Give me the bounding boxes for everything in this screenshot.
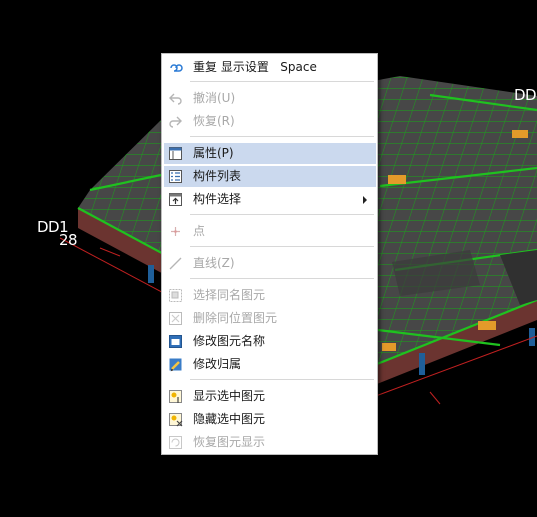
restore-display-icon	[169, 436, 182, 449]
menu-item-properties[interactable]: 属性(P)	[164, 143, 376, 164]
context-menu: 重复 显示设置 Space 撤消(U) 恢复(R) 属性(P) 构件列表 构件选…	[161, 53, 378, 455]
menu-separator	[190, 136, 374, 137]
redo-icon	[169, 116, 182, 128]
repeat-icon	[170, 64, 183, 72]
menu-item-label: 删除同位置图元	[193, 311, 278, 325]
menu-item-line[interactable]: 直线(Z)	[164, 253, 376, 274]
rename-element-icon	[169, 335, 182, 348]
hide-selected-icon	[169, 413, 183, 427]
menu-item-redo[interactable]: 恢复(R)	[164, 111, 376, 132]
menu-item-change-ownership[interactable]: 修改归属	[164, 354, 376, 375]
menu-item-select-same-name[interactable]: 选择同名图元	[164, 285, 376, 306]
menu-item-delete-same-position[interactable]: 删除同位置图元	[164, 308, 376, 329]
menu-separator	[190, 214, 374, 215]
menu-item-label: 恢复(R)	[193, 114, 235, 128]
menu-item-label: 恢复图元显示	[193, 435, 266, 449]
menu-item-label: 重复 显示设置	[193, 60, 269, 74]
line-icon	[169, 257, 182, 270]
component-select-icon	[169, 193, 182, 206]
menu-item-label: 点	[193, 224, 206, 238]
menu-item-label: 属性(P)	[193, 146, 234, 160]
menu-item-shortcut	[269, 60, 280, 74]
properties-icon	[169, 147, 182, 160]
menu-item-label: 修改归属	[193, 357, 242, 371]
menu-separator	[190, 278, 374, 279]
menu-item-label: 构件列表	[193, 169, 242, 183]
change-ownership-icon	[169, 358, 182, 372]
submenu-arrow-icon	[363, 196, 367, 204]
menu-separator	[190, 81, 374, 82]
menu-item-repeat[interactable]: 重复 显示设置 Space	[164, 57, 376, 78]
menu-item-restore-display[interactable]: 恢复图元显示	[164, 432, 376, 453]
component-list-icon	[169, 170, 182, 183]
menu-item-label: 选择同名图元	[193, 288, 266, 302]
menu-separator	[190, 379, 374, 380]
menu-item-point[interactable]: 点	[164, 221, 376, 242]
menu-item-show-selected[interactable]: 显示选中图元	[164, 386, 376, 407]
menu-item-component-list[interactable]: 构件列表	[164, 166, 376, 187]
menu-item-hide-selected[interactable]: 隐藏选中图元	[164, 409, 376, 430]
menu-item-shortcut: Space	[280, 60, 317, 74]
grid-label: 28	[59, 231, 78, 249]
menu-item-undo[interactable]: 撤消(U)	[164, 88, 376, 109]
show-selected-icon	[169, 390, 182, 403]
delete-same-position-icon	[169, 312, 182, 325]
grid-label: DD1	[514, 86, 537, 104]
menu-item-component-select[interactable]: 构件选择	[164, 189, 376, 210]
point-icon	[171, 227, 180, 236]
menu-item-label: 隐藏选中图元	[193, 412, 266, 426]
menu-item-rename-element[interactable]: 修改图元名称	[164, 331, 376, 352]
menu-item-label: 显示选中图元	[193, 389, 266, 403]
menu-item-label: 构件选择	[193, 192, 242, 206]
undo-icon	[169, 93, 182, 105]
menu-item-label: 修改图元名称	[193, 334, 266, 348]
menu-item-label: 直线(Z)	[193, 256, 235, 270]
menu-separator	[190, 246, 374, 247]
select-same-name-icon	[169, 289, 182, 302]
menu-item-label: 撤消(U)	[193, 91, 236, 105]
